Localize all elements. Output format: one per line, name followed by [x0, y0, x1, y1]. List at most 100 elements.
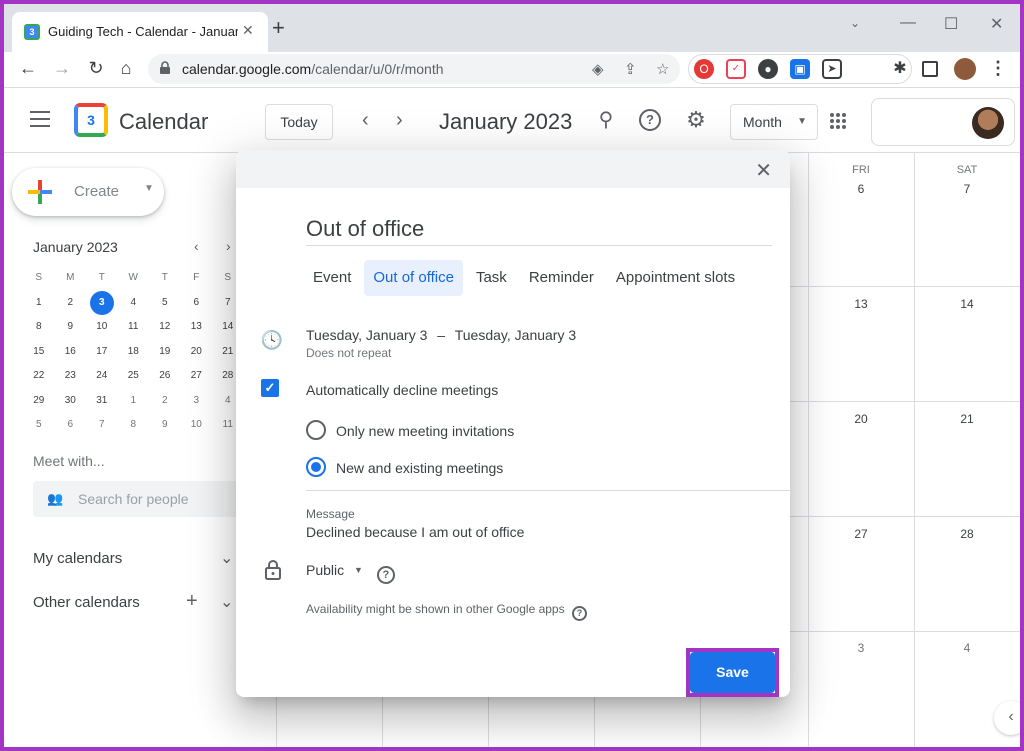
date-range[interactable]: Tuesday, January 3 – Tuesday, January 3	[306, 327, 576, 343]
mini-day[interactable]: 17	[86, 340, 118, 365]
mini-day[interactable]: 9	[55, 315, 87, 340]
tab-event[interactable]: Event	[304, 260, 360, 296]
mini-day[interactable]: 11	[118, 315, 150, 340]
address-bar[interactable]: calendar.google.com/calendar/u/0/r/month…	[148, 54, 680, 84]
mini-day[interactable]: 4	[118, 291, 150, 316]
reload-icon[interactable]: ↻	[84, 58, 108, 79]
day-number[interactable]: 27	[841, 527, 881, 541]
day-number[interactable]: 7	[947, 182, 987, 196]
pocket-extension-icon[interactable]: ✓	[726, 59, 746, 79]
mini-day[interactable]: 31	[86, 389, 118, 414]
mini-prev-icon[interactable]: ‹	[194, 238, 199, 254]
end-date[interactable]: Tuesday, January 3	[455, 327, 576, 343]
forward-icon[interactable]: →	[50, 58, 74, 79]
mini-day[interactable]: 29	[23, 389, 55, 414]
search-icon[interactable]: ⚲	[592, 107, 620, 132]
settings-gear-icon[interactable]: ⚙	[682, 107, 710, 133]
day-number[interactable]: 3	[841, 641, 881, 655]
bookmark-star-icon[interactable]: ☆	[656, 60, 669, 78]
share-icon[interactable]: ⇪	[624, 60, 637, 78]
create-button[interactable]: Create ▼	[12, 168, 164, 216]
search-people-input[interactable]: 👥 Search for people	[33, 481, 243, 517]
maximize-icon[interactable]: ☐	[944, 14, 958, 34]
eye-icon[interactable]: ◈	[592, 60, 604, 78]
other-calendars-heading[interactable]: Other calendars	[33, 594, 140, 611]
next-period-icon[interactable]: ›	[396, 109, 403, 132]
help-icon[interactable]: ?	[376, 566, 395, 584]
mini-day[interactable]: 8	[23, 315, 55, 340]
add-calendar-icon[interactable]: +	[186, 590, 198, 613]
mini-day[interactable]: 27	[181, 364, 213, 389]
mini-day[interactable]: 5	[23, 413, 55, 438]
repeat-setting[interactable]: Does not repeat	[306, 346, 391, 360]
side-panel-icon[interactable]	[922, 61, 938, 77]
tab-out-of-office[interactable]: Out of office	[364, 260, 463, 296]
decline-checkbox[interactable]: ✓	[261, 379, 279, 397]
send-extension-icon[interactable]: ➤	[822, 59, 842, 79]
mini-day[interactable]: 18	[118, 340, 150, 365]
day-number[interactable]: 14	[947, 297, 987, 311]
home-icon[interactable]: ⌂	[114, 58, 138, 79]
mini-day[interactable]: 9	[149, 413, 181, 438]
tab-close-icon[interactable]: ✕	[242, 22, 254, 39]
chrome-menu-icon[interactable]: ⋮	[986, 58, 1010, 79]
mini-day[interactable]: 19	[149, 340, 181, 365]
side-panel-toggle-icon[interactable]: ‹	[994, 701, 1020, 735]
save-button[interactable]: Save	[690, 652, 775, 693]
start-date[interactable]: Tuesday, January 3	[306, 327, 427, 343]
docs-extension-icon[interactable]: ▣	[790, 59, 810, 79]
mini-day[interactable]: 12	[149, 315, 181, 340]
radio-new-and-existing[interactable]	[306, 457, 326, 477]
mini-day[interactable]: 2	[149, 389, 181, 414]
today-button[interactable]: Today	[265, 104, 333, 140]
mini-next-icon[interactable]: ›	[226, 238, 231, 254]
account-avatar[interactable]	[972, 107, 1004, 139]
event-title-input[interactable]: Out of office	[306, 216, 772, 246]
profile-avatar[interactable]	[954, 58, 976, 80]
radio-new-only[interactable]	[306, 420, 326, 440]
minimize-icon[interactable]: —	[900, 14, 916, 32]
mini-day[interactable]: 1	[118, 389, 150, 414]
calendar-logo[interactable]: 3	[74, 103, 108, 137]
mini-day[interactable]: 2	[55, 291, 87, 316]
mini-day[interactable]: 13	[181, 315, 213, 340]
mini-day[interactable]: 1	[23, 291, 55, 316]
new-tab-icon[interactable]: +	[272, 17, 285, 39]
mini-day[interactable]: 23	[55, 364, 87, 389]
back-icon[interactable]: ←	[16, 58, 40, 79]
mini-day[interactable]: 22	[23, 364, 55, 389]
previous-period-icon[interactable]: ‹	[362, 109, 369, 132]
day-number[interactable]: 21	[947, 412, 987, 426]
mini-day[interactable]: 25	[118, 364, 150, 389]
my-calendars-heading[interactable]: My calendars	[33, 550, 122, 567]
close-icon[interactable]: ✕	[755, 158, 772, 183]
day-number[interactable]: 4	[947, 641, 987, 655]
mini-day[interactable]: 8	[118, 413, 150, 438]
mini-day[interactable]: 10	[86, 315, 118, 340]
mini-day[interactable]: 3	[181, 389, 213, 414]
main-menu-icon[interactable]	[30, 111, 50, 132]
mini-day[interactable]: 20	[181, 340, 213, 365]
mini-day[interactable]: 6	[55, 413, 87, 438]
mini-day[interactable]: 3	[86, 290, 118, 316]
puzzle-extensions-icon[interactable]: ✱	[890, 59, 910, 79]
mini-day[interactable]: 10	[181, 413, 213, 438]
tab-appointment-slots[interactable]: Appointment slots	[607, 260, 744, 296]
tab-reminder[interactable]: Reminder	[520, 260, 603, 296]
spy-extension-icon[interactable]: ●	[758, 59, 778, 79]
mini-day[interactable]: 30	[55, 389, 87, 414]
help-icon[interactable]: ?	[571, 606, 587, 621]
tab-task[interactable]: Task	[467, 260, 516, 296]
opera-extension-icon[interactable]: O	[694, 59, 714, 79]
mini-day[interactable]: 15	[23, 340, 55, 365]
day-number[interactable]: 20	[841, 412, 881, 426]
mini-day[interactable]: 5	[149, 291, 181, 316]
chevron-down-icon[interactable]: ⌄	[220, 548, 233, 568]
mini-day[interactable]: 7	[86, 413, 118, 438]
view-selector[interactable]: Month ▼	[730, 104, 818, 140]
mini-day[interactable]: 16	[55, 340, 87, 365]
day-number[interactable]: 6	[841, 182, 881, 196]
dialog-header[interactable]: ✕	[236, 150, 790, 188]
tab-search-chevron-icon[interactable]: ⌄	[850, 16, 860, 30]
help-icon[interactable]: ?	[636, 107, 664, 131]
